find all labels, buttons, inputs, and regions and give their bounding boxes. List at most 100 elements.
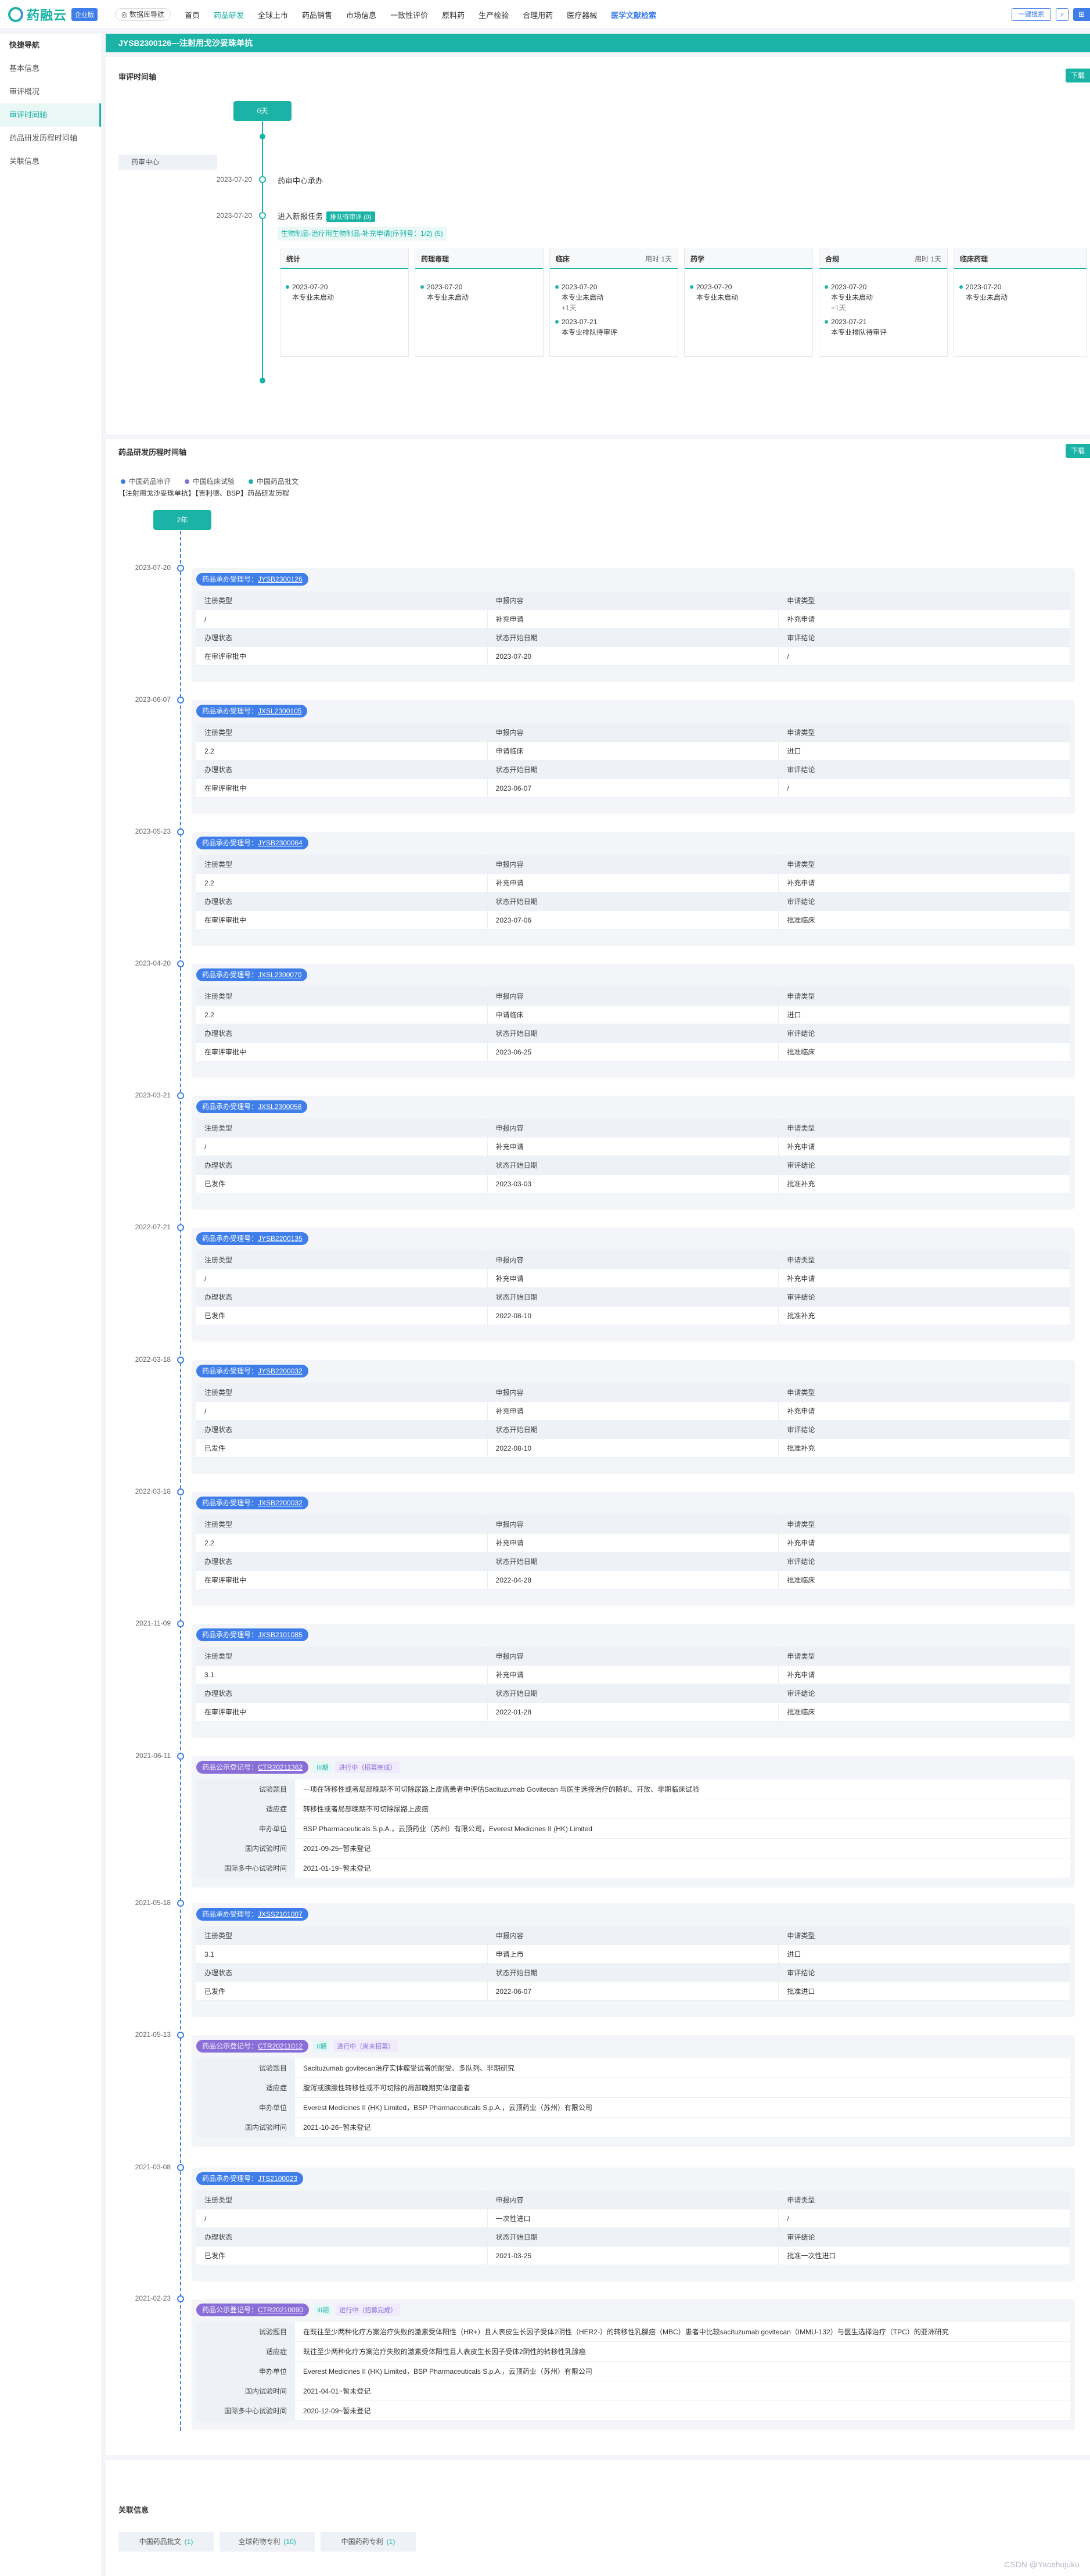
legend-label: 中国临床试验 bbox=[193, 478, 235, 486]
sidebar-item[interactable]: 关联信息 bbox=[0, 150, 101, 173]
record-id-prefix: 药品公示登记号： bbox=[202, 2306, 258, 2314]
record-id-badge[interactable]: 药品承办受理号：JXSB2200032 bbox=[196, 1497, 308, 1509]
record-card-header: 药品承办受理号：JXSS2101007 bbox=[196, 1908, 308, 1921]
review-stage-entry-date: 2023-07-20 bbox=[696, 283, 732, 291]
record-field-value: 批准临床 bbox=[779, 1571, 1070, 1590]
record-id-link[interactable]: JYSB2200135 bbox=[258, 1235, 303, 1243]
related-tag-count: (1) bbox=[184, 2538, 193, 2546]
record-card-header: 药品承办受理号：JXSB2200032 bbox=[196, 1497, 308, 1509]
record-field-label: 申报内容 bbox=[487, 1251, 779, 1269]
record-id-link[interactable]: JYSB2200032 bbox=[258, 1367, 303, 1375]
search-icon[interactable]: ⌕ bbox=[1056, 8, 1069, 21]
nav-item[interactable]: 一致性评价 bbox=[390, 9, 428, 20]
record-id-badge[interactable]: 药品承办受理号：JXSL2300070 bbox=[196, 968, 308, 981]
sidebar-item[interactable]: 药品研发历程时间轴 bbox=[0, 127, 101, 150]
record-id-link[interactable]: JXSS2101007 bbox=[258, 1910, 303, 1918]
record-id-badge[interactable]: 药品承办受理号：JYSB2300064 bbox=[196, 837, 308, 849]
sidebar-item[interactable]: 审评时间轴 bbox=[0, 103, 101, 127]
record-field-value: 已发件 bbox=[196, 1982, 488, 2001]
record-id-badge[interactable]: 药品公示登记号：CTR20211012 bbox=[196, 2040, 309, 2053]
timeline-node-dot bbox=[177, 2164, 184, 2171]
timeline-date: 2023-07-20 bbox=[135, 564, 171, 572]
timeline-node-dot bbox=[177, 1357, 184, 1364]
record-field-value: 2022-04-28 bbox=[487, 1571, 779, 1590]
record-field-label: 状态开始日期 bbox=[487, 1964, 779, 1982]
sidebar-item[interactable]: 审评概况 bbox=[0, 80, 101, 103]
record-field-label: 状态开始日期 bbox=[487, 1156, 779, 1175]
review-stage-header: 临床药理 bbox=[954, 249, 1087, 269]
record-field-label: 状态开始日期 bbox=[487, 2228, 779, 2247]
nav-item[interactable]: 生产检验 bbox=[479, 9, 509, 20]
nav-item[interactable]: 市场信息 bbox=[346, 9, 376, 20]
timeline-node-dot bbox=[177, 828, 184, 835]
record-id-badge[interactable]: 药品承办受理号：JXSL2300105 bbox=[196, 705, 308, 717]
record-field-label: 审评结论 bbox=[779, 629, 1070, 647]
review-record-card: 药品承办受理号：JXSL2300105 注册类型 申报内容 申请类型 2.2 申请临床 进口… bbox=[192, 700, 1075, 814]
sidebar-item[interactable]: 基本信息 bbox=[0, 57, 101, 80]
apps-icon[interactable]: ⊞ bbox=[1073, 8, 1090, 21]
record-id-badge[interactable]: 药品公示登记号：CTR20210090 bbox=[196, 2304, 310, 2316]
dev-timeline-subtitle: 【注射用戈沙妥珠单抗】【吉利德、BSP】药品研发历程 bbox=[118, 489, 290, 497]
record-field-value: 补充申请 bbox=[487, 1402, 779, 1420]
record-field-label: 状态开始日期 bbox=[487, 892, 779, 911]
record-field-label: 申请类型 bbox=[779, 1515, 1070, 1534]
record-id-link[interactable]: JYSB2300064 bbox=[258, 839, 303, 847]
record-id-link[interactable]: JYSB2300126 bbox=[258, 575, 303, 583]
record-id-link[interactable]: JXSB2200032 bbox=[258, 1499, 303, 1507]
logo[interactable]: 药融云 企业版 bbox=[8, 6, 98, 23]
record-id-link[interactable]: JTS2100023 bbox=[258, 2175, 297, 2183]
review-stage-box: 临床药理 2023-07-20 本专业未启动 bbox=[954, 249, 1087, 357]
record-id-link[interactable]: CTR20210090 bbox=[258, 2306, 303, 2314]
nav-item[interactable]: 全球上市 bbox=[258, 9, 288, 20]
record-field-label: 审评结论 bbox=[779, 892, 1070, 911]
record-field-label: 办理状态 bbox=[196, 1552, 488, 1571]
record-id-prefix: 药品承办受理号： bbox=[202, 839, 258, 847]
record-field-value: 在审评审批中 bbox=[196, 1703, 488, 1721]
record-id-badge[interactable]: 药品公示登记号：CTR20211362 bbox=[196, 1761, 309, 1774]
database-nav-button[interactable]: ◎ 数据库导航 bbox=[115, 8, 171, 21]
nav-item[interactable]: 药品销售 bbox=[302, 9, 332, 20]
nav-item[interactable]: 原料药 bbox=[442, 9, 465, 20]
review-center-tag: 药审中心 bbox=[118, 155, 217, 170]
review-event-date: 2023-07-20 bbox=[216, 175, 252, 184]
quick-search-button[interactable]: 一键搜索 bbox=[1012, 8, 1051, 21]
related-tag[interactable]: 中国药品批文 (1) bbox=[118, 2532, 214, 2552]
record-id-badge[interactable]: 药品承办受理号：JXSS2101007 bbox=[196, 1908, 308, 1921]
review-stage-entry: 2023-07-21 本专业排队待审评 bbox=[555, 317, 678, 338]
review-center-label: 药审中心 bbox=[131, 158, 160, 166]
trial-field-value: 2021-10-26~暂未登记 bbox=[303, 2123, 371, 2132]
nav-item[interactable]: 医疗器械 bbox=[567, 9, 597, 20]
record-id-prefix: 药品承办受理号： bbox=[202, 575, 258, 583]
record-id-badge[interactable]: 药品承办受理号：JYSB2200135 bbox=[196, 1232, 308, 1245]
nav-item[interactable]: 医学文献检索 bbox=[611, 9, 656, 20]
record-field-value: / bbox=[779, 2209, 1070, 2228]
nav-item[interactable]: 合理用药 bbox=[523, 9, 553, 20]
dev-timeline-legend: 中国药品审评 中国临床试验 中国药品批文 bbox=[121, 476, 312, 486]
nav-item[interactable]: 首页 bbox=[185, 9, 200, 20]
record-id-link[interactable]: CTR20211012 bbox=[258, 2042, 303, 2050]
timeline-date: 2021-11-09 bbox=[135, 1619, 171, 1627]
record-id-link[interactable]: JXSL2300105 bbox=[258, 707, 301, 715]
record-id-link[interactable]: CTR20211362 bbox=[258, 1763, 303, 1771]
review-axis-start-dot bbox=[260, 134, 265, 139]
record-field-label: 办理状态 bbox=[196, 760, 488, 779]
record-field-label: 状态开始日期 bbox=[487, 1552, 779, 1571]
dev-timeline-download-button[interactable]: 下载 bbox=[1066, 444, 1090, 458]
record-id-badge[interactable]: 药品承办受理号：JYSB2300126 bbox=[196, 573, 308, 586]
record-id-badge[interactable]: 药品承办受理号：JTS2100023 bbox=[196, 2172, 304, 2185]
record-field-label: 申请类型 bbox=[779, 1926, 1070, 1945]
related-tag[interactable]: 全球药物专利 (10) bbox=[220, 2532, 315, 2552]
record-id-link[interactable]: JXSL2300070 bbox=[258, 971, 301, 979]
review-timeline-download-button[interactable]: 下载 bbox=[1066, 69, 1090, 82]
record-id-link[interactable]: JXSB2101085 bbox=[258, 1631, 303, 1639]
timeline-date: 2022-03-18 bbox=[135, 1355, 171, 1364]
review-subtitle[interactable]: 生物制品-治疗用生物制品-补充申请(序列号：1/2) (5) bbox=[278, 227, 447, 241]
nav-item[interactable]: 药品研发 bbox=[214, 9, 244, 20]
related-tag[interactable]: 中国药药专利 (1) bbox=[321, 2532, 416, 2552]
record-field-label: 注册类型 bbox=[196, 855, 488, 874]
record-id-badge[interactable]: 药品承办受理号：JYSB2200032 bbox=[196, 1365, 308, 1377]
record-id-badge[interactable]: 药品承办受理号：JXSL2300056 bbox=[196, 1100, 308, 1113]
record-field-label: 审评结论 bbox=[779, 1024, 1070, 1043]
record-id-link[interactable]: JXSL2300056 bbox=[258, 1103, 301, 1111]
record-id-badge[interactable]: 药品承办受理号：JXSB2101085 bbox=[196, 1628, 308, 1641]
